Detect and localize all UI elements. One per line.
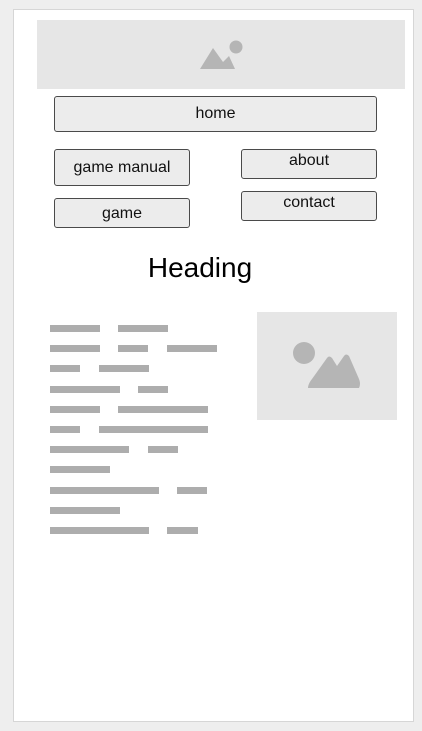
text-placeholder bbox=[50, 325, 225, 547]
contact-button[interactable]: contact bbox=[241, 191, 377, 221]
text-line bbox=[50, 405, 225, 426]
game-manual-button[interactable]: game manual bbox=[54, 149, 190, 186]
text-line bbox=[50, 506, 225, 527]
page-heading: Heading bbox=[147, 252, 253, 283]
text-line bbox=[50, 486, 225, 507]
image-placeholder-icon bbox=[200, 40, 243, 69]
home-button[interactable]: home bbox=[54, 96, 377, 132]
text-line bbox=[50, 466, 225, 486]
game-button[interactable]: game bbox=[54, 198, 190, 228]
text-line bbox=[50, 425, 225, 446]
text-line bbox=[50, 325, 225, 345]
text-line bbox=[50, 365, 225, 385]
image-placeholder-icon bbox=[293, 342, 360, 388]
banner-image bbox=[37, 20, 405, 89]
text-line bbox=[50, 446, 225, 466]
text-line bbox=[50, 526, 225, 547]
content-image bbox=[257, 312, 397, 420]
text-line bbox=[50, 345, 225, 365]
about-button[interactable]: about bbox=[241, 149, 377, 179]
text-line bbox=[50, 385, 225, 406]
